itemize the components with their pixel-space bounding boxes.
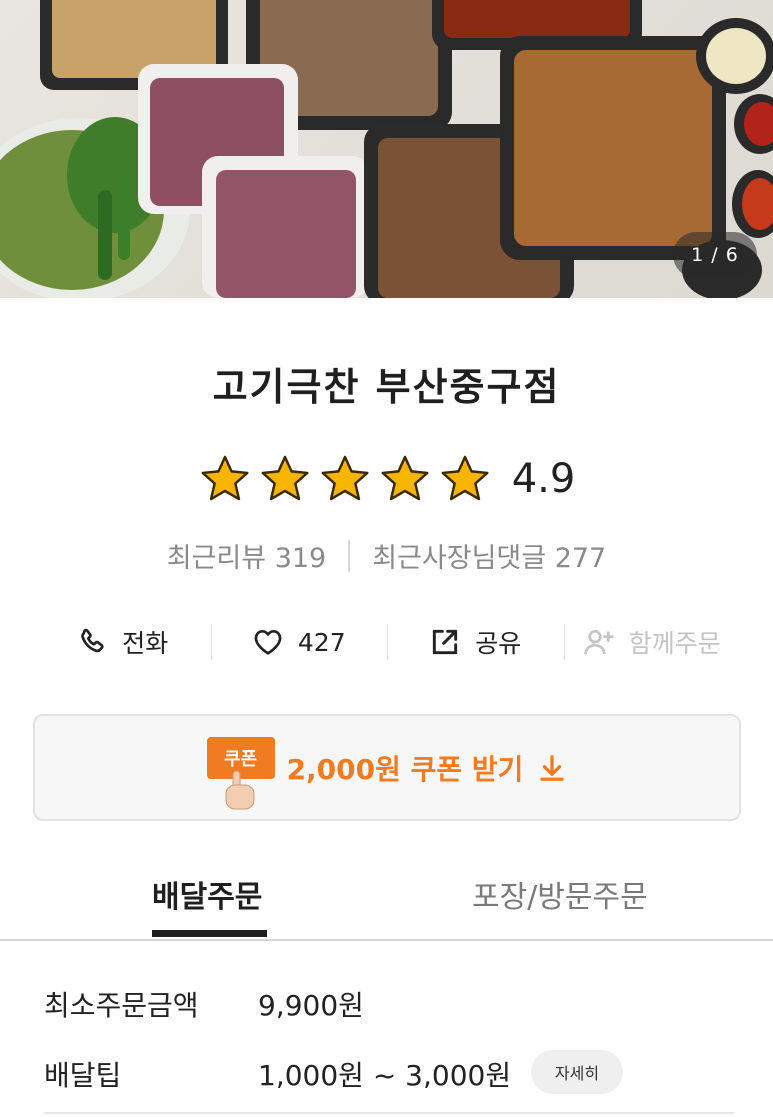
- delivery-tip-label: 배달팁: [44, 1059, 122, 1092]
- section-divider: [44, 1112, 734, 1114]
- star-icon: [321, 455, 369, 501]
- coupon-text: 2,000원 쿠폰 받기: [286, 752, 524, 786]
- store-actions: 전화 427 공유 함께주문: [34, 612, 740, 672]
- group-order-label: 함께주문: [628, 629, 721, 658]
- download-arrow-icon: [540, 754, 565, 781]
- active-tab-indicator: [152, 930, 267, 937]
- call-label: 전화: [122, 629, 169, 658]
- order-type-tabs: 배달주문 포장/방문주문: [0, 852, 773, 942]
- add-person-icon: [584, 630, 614, 655]
- recent-reviews-link[interactable]: 최근리뷰 319: [167, 536, 326, 575]
- hand-icon: [225, 770, 255, 809]
- delivery-tip-value: 1,000원 ~ 3,000원: [258, 1059, 512, 1092]
- share-label: 공유: [475, 629, 522, 658]
- star-icon: [261, 455, 309, 501]
- store-name: 고기극찬 부산중구점: [212, 365, 561, 409]
- owner-comments-link[interactable]: 최근사장님댓글 277: [372, 536, 606, 575]
- share-button[interactable]: 공유: [387, 612, 564, 672]
- divider: [348, 539, 351, 572]
- coupon-download-button[interactable]: 쿠폰 2,000원 쿠폰 받기: [33, 714, 741, 821]
- share-icon: [433, 629, 458, 655]
- tab-delivery[interactable]: 배달주문: [152, 872, 262, 916]
- coupon-badge: 쿠폰: [206, 736, 275, 813]
- store-hero-image[interactable]: 1 / 6: [0, 0, 773, 298]
- min-order-value: 9,900원: [258, 989, 364, 1022]
- star-icon: [441, 455, 489, 501]
- review-counts: 최근리뷰 319 최근사장님댓글 277: [0, 536, 773, 575]
- like-button[interactable]: 427: [210, 612, 388, 672]
- like-count: 427: [297, 627, 346, 657]
- min-order-label: 최소주문금액: [44, 989, 199, 1022]
- food-photo: [0, 0, 773, 298]
- heart-icon: [254, 630, 282, 655]
- rating-row: 4.9: [0, 452, 773, 506]
- star-icon: [381, 455, 429, 501]
- tabs-divider: [0, 939, 773, 941]
- image-page-indicator: 1 / 6: [673, 232, 757, 278]
- call-button[interactable]: 전화: [34, 612, 211, 672]
- group-order-button[interactable]: 함께주문: [563, 612, 741, 672]
- phone-icon: [81, 628, 104, 653]
- star-icon: [201, 455, 249, 501]
- tab-pickup[interactable]: 포장/방문주문: [472, 872, 648, 916]
- rating-value: 4.9: [511, 456, 576, 502]
- delivery-tip-detail-button[interactable]: 자세히: [531, 1050, 623, 1094]
